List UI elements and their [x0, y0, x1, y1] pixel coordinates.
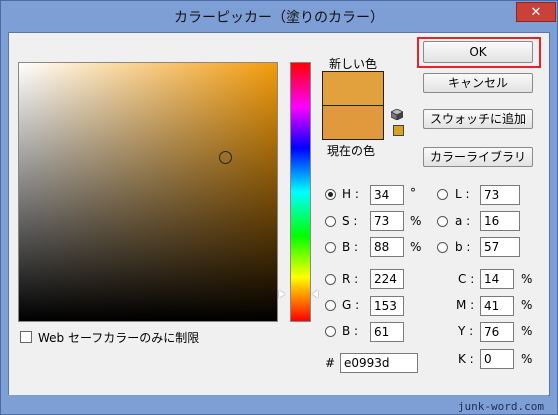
- window-bottom-frame: junk-word.com: [8, 395, 548, 413]
- blue-radio[interactable]: [325, 326, 336, 337]
- hue-slider[interactable]: [290, 62, 311, 322]
- close-button[interactable]: ✕: [516, 2, 556, 22]
- lab-l-label: L :: [455, 187, 470, 201]
- black-label: K :: [458, 352, 474, 366]
- yellow-field[interactable]: 76: [480, 322, 514, 342]
- lab-b-label: b :: [455, 240, 471, 254]
- cyan-field[interactable]: 14: [480, 269, 514, 289]
- brightness-unit: %: [410, 240, 422, 254]
- lab-l-field[interactable]: 73: [480, 185, 520, 205]
- saturation-field[interactable]: 73: [370, 211, 404, 231]
- brightness-radio[interactable]: [325, 242, 336, 253]
- web-safe-color-icon[interactable]: [393, 125, 404, 136]
- cyan-label: C :: [458, 272, 475, 286]
- current-color-swatch[interactable]: [322, 105, 384, 140]
- web-safe-only-checkbox[interactable]: [20, 331, 32, 343]
- hue-label: H :: [342, 187, 359, 201]
- watermark-text: junk-word.com: [457, 400, 544, 413]
- new-color-label: 新しい色: [329, 57, 378, 71]
- new-color-swatch: [322, 71, 384, 107]
- yellow-unit: %: [521, 324, 533, 338]
- color-libraries-button[interactable]: カラーライブラリ: [423, 147, 533, 167]
- lab-a-field[interactable]: 16: [480, 211, 520, 231]
- black-field[interactable]: 0: [480, 349, 514, 369]
- blue-field[interactable]: 61: [370, 322, 404, 342]
- ok-button[interactable]: OK: [423, 41, 533, 63]
- web-safe-only-label: Web セーフカラーのみに制限: [38, 331, 200, 345]
- magenta-label: M :: [456, 298, 475, 312]
- lab-l-radio[interactable]: [437, 189, 448, 200]
- magenta-unit: %: [521, 298, 533, 312]
- saturation-radio[interactable]: [325, 216, 336, 227]
- hex-label: #: [325, 356, 336, 370]
- hex-field[interactable]: e0993d: [340, 353, 418, 373]
- red-field[interactable]: 224: [370, 269, 404, 289]
- red-label: R :: [342, 272, 359, 286]
- lab-b-field[interactable]: 57: [480, 237, 520, 257]
- red-radio[interactable]: [325, 274, 336, 285]
- saturation-brightness-field[interactable]: [18, 62, 278, 322]
- brightness-field[interactable]: 88: [370, 237, 404, 257]
- saturation-label: S :: [342, 214, 358, 228]
- hue-field[interactable]: 34: [370, 185, 404, 205]
- green-radio[interactable]: [325, 300, 336, 311]
- hue-unit: °: [410, 186, 416, 200]
- hue-radio[interactable]: [325, 189, 336, 200]
- color-marker[interactable]: [219, 151, 232, 164]
- gamut-warning-icon[interactable]: [391, 109, 403, 120]
- lab-b-radio[interactable]: [437, 242, 448, 253]
- hue-slider-right-handle[interactable]: [312, 290, 318, 298]
- magenta-field[interactable]: 41: [480, 296, 514, 316]
- blue-label: B :: [342, 324, 359, 338]
- yellow-label: Y :: [458, 324, 474, 338]
- add-to-swatches-button[interactable]: スウォッチに追加: [423, 109, 533, 129]
- hue-slider-left-handle[interactable]: [279, 290, 285, 298]
- green-label: G :: [342, 298, 360, 312]
- lab-a-label: a :: [455, 214, 471, 228]
- title-bar[interactable]: カラーピッカー（塗りのカラー） ✕: [1, 1, 557, 33]
- cyan-unit: %: [521, 272, 533, 286]
- black-unit: %: [521, 352, 533, 366]
- window-title: カラーピッカー（塗りのカラー）: [174, 10, 384, 26]
- lab-a-radio[interactable]: [437, 216, 448, 227]
- current-color-label: 現在の色: [327, 144, 376, 158]
- cancel-button[interactable]: キャンセル: [423, 73, 533, 93]
- saturation-unit: %: [410, 214, 422, 228]
- brightness-label: B :: [342, 240, 359, 254]
- green-field[interactable]: 153: [370, 296, 404, 316]
